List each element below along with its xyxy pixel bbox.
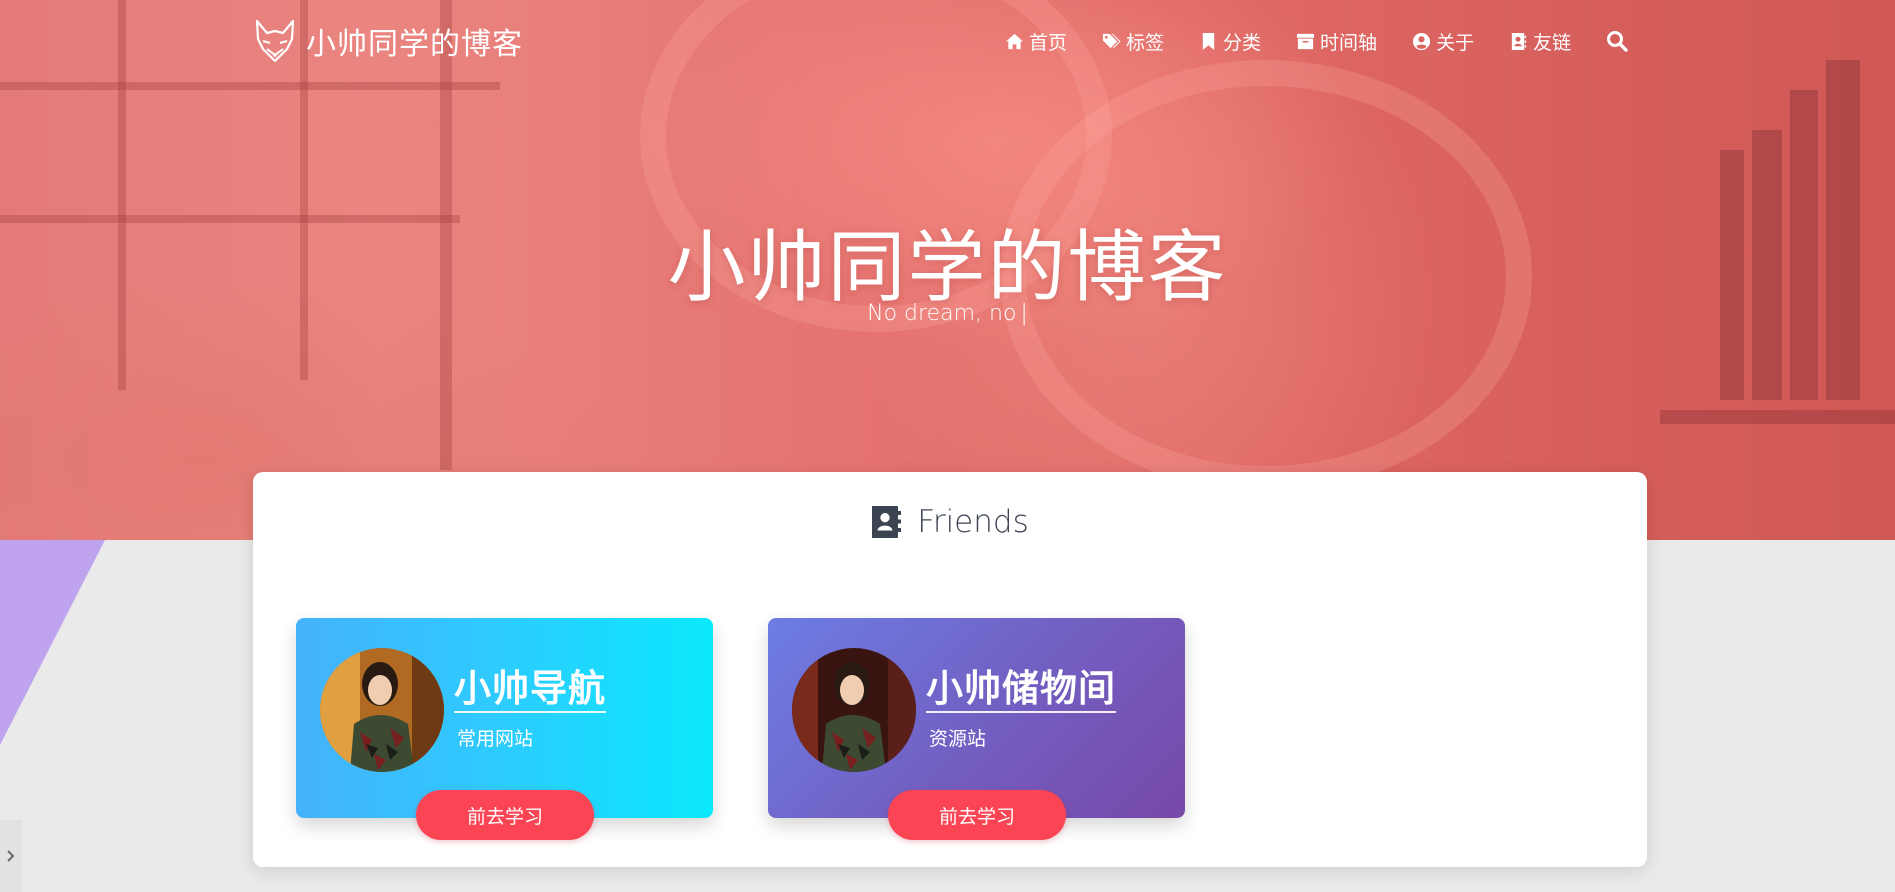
typing-cursor: | <box>1020 301 1028 326</box>
address-book-icon <box>1511 32 1527 50</box>
home-icon <box>1005 33 1024 49</box>
friends-card: Friends 小帅导航 常用网站 前去学习 小帅储物间 资源站 前去学习 <box>253 472 1647 867</box>
address-book-icon <box>872 506 902 538</box>
friend-description: 常用网站 <box>457 728 534 750</box>
search-button[interactable] <box>1606 30 1628 52</box>
nav-item-timeline[interactable]: 时间轴 <box>1296 28 1377 55</box>
brand-link[interactable]: 小帅同学的博客 <box>254 16 523 66</box>
avatar <box>320 648 444 772</box>
nav-item-home[interactable]: 首页 <box>1005 28 1067 55</box>
friend-card[interactable]: 小帅储物间 资源站 前去学习 <box>768 618 1185 840</box>
brand-name: 小帅同学的博客 <box>306 27 523 62</box>
visit-button[interactable]: 前去学习 <box>416 790 594 840</box>
friend-card[interactable]: 小帅导航 常用网站 前去学习 <box>296 618 713 840</box>
avatar-photo <box>320 648 444 772</box>
section-header: Friends <box>253 504 1647 540</box>
nav-item-links[interactable]: 友链 <box>1509 28 1571 55</box>
visit-button[interactable]: 前去学习 <box>888 790 1066 840</box>
main-menu: 首页 标签 分类 时间轴 关于 友链 <box>1005 24 1628 58</box>
fox-icon <box>255 19 295 63</box>
nav-item-label: 分类 <box>1223 31 1262 54</box>
hero-subtitle-text: No dream, no <box>867 301 1017 326</box>
sidebar-toggle[interactable] <box>0 820 22 892</box>
friend-description: 资源站 <box>929 728 987 750</box>
navbar: 小帅同学的博客 首页 标签 分类 时间轴 关于 友链 <box>0 0 1895 84</box>
search-icon <box>1607 31 1628 52</box>
nav-item-tags[interactable]: 标签 <box>1102 28 1164 55</box>
nav-item-categories[interactable]: 分类 <box>1199 28 1261 55</box>
friend-name[interactable]: 小帅导航 <box>454 668 606 713</box>
nav-item-label: 标签 <box>1126 31 1165 54</box>
user-circle-icon <box>1413 32 1431 50</box>
hero-subtitle: No dream, no | <box>0 301 1895 326</box>
friend-name[interactable]: 小帅储物间 <box>926 668 1116 713</box>
chevron-right-icon <box>7 850 15 862</box>
nav-item-label: 首页 <box>1029 31 1068 54</box>
archive-icon <box>1296 33 1315 49</box>
avatar <box>792 648 916 772</box>
avatar-photo <box>792 648 916 772</box>
decorative-triangle <box>0 540 105 745</box>
nav-item-about[interactable]: 关于 <box>1412 28 1474 55</box>
bookmark-icon <box>1202 32 1215 50</box>
tags-icon <box>1102 33 1121 48</box>
section-title: Friends <box>917 504 1029 540</box>
nav-item-label: 友链 <box>1533 31 1572 54</box>
shelf <box>1660 410 1895 424</box>
nav-item-label: 关于 <box>1436 31 1475 54</box>
nav-item-label: 时间轴 <box>1320 31 1378 54</box>
